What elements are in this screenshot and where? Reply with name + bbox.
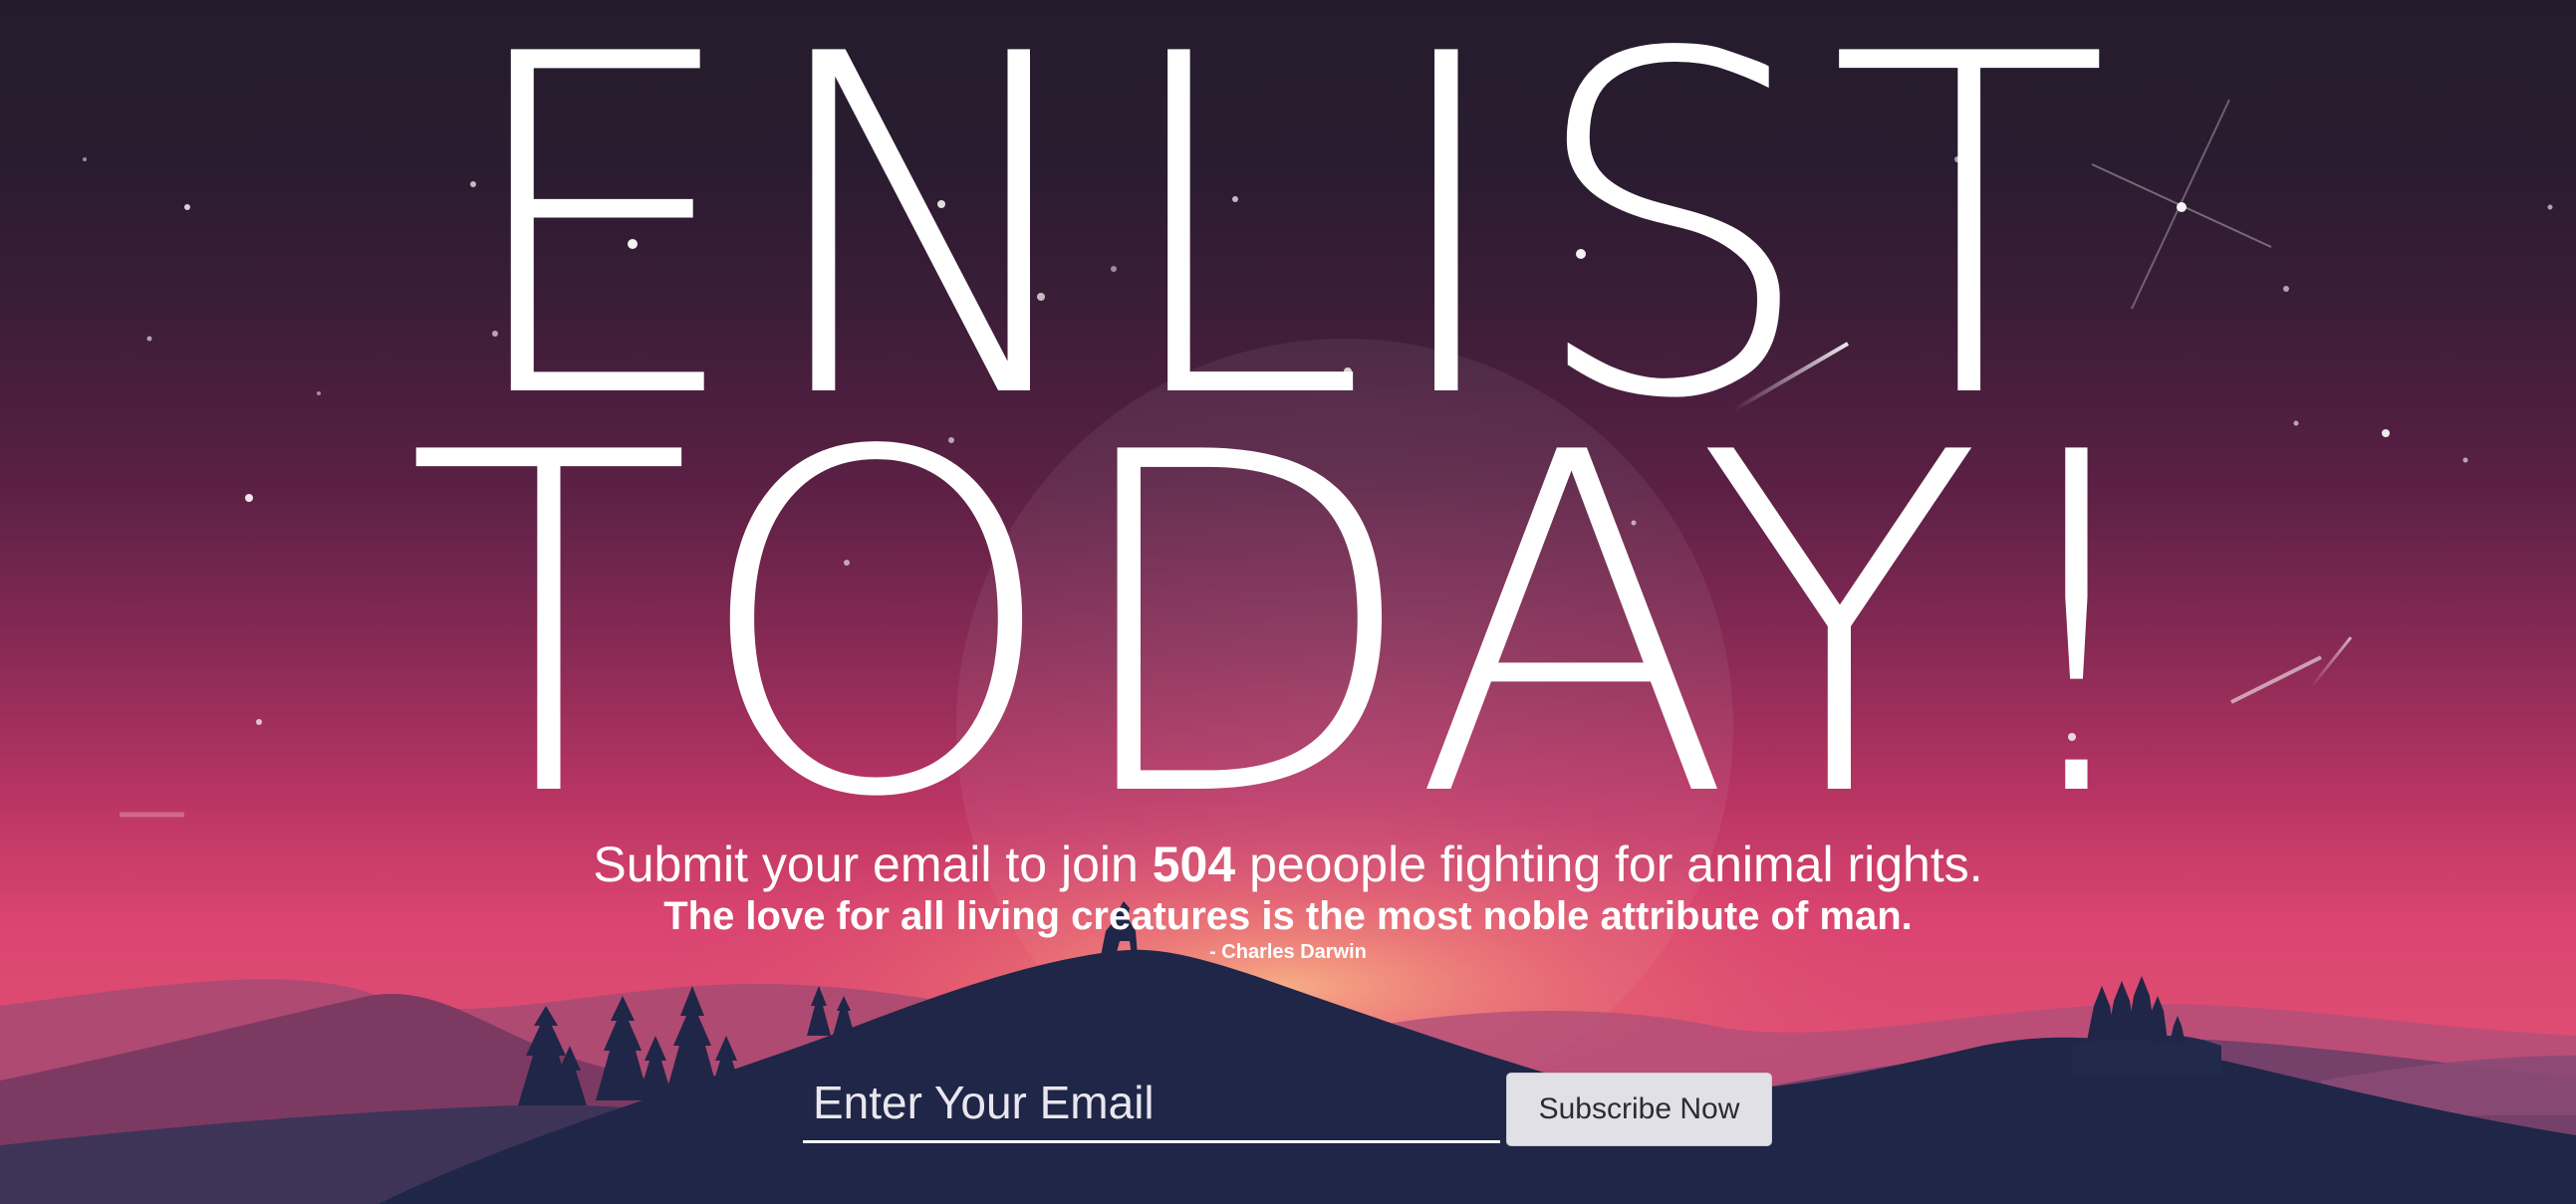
- headline-today: TODAY!: [405, 355, 2171, 899]
- quote-author: - Charles Darwin: [1209, 941, 1367, 963]
- hero-section: ENLIST TODAY! Submit your email to join …: [0, 0, 2576, 1204]
- subtitle-prefix: Submit your email to join: [593, 837, 1153, 892]
- right-ridge: [2072, 1036, 2221, 1076]
- email-input[interactable]: [803, 1064, 1500, 1143]
- subtitle: Submit your email to join 504 peoople fi…: [0, 835, 2576, 894]
- subscribe-button[interactable]: Subscribe Now: [1506, 1073, 1772, 1146]
- quote-text: The love for all living creatures is the…: [663, 894, 1913, 938]
- member-count: 504: [1152, 837, 1236, 892]
- subtitle-suffix: peoople fighting for animal rights.: [1235, 837, 1983, 892]
